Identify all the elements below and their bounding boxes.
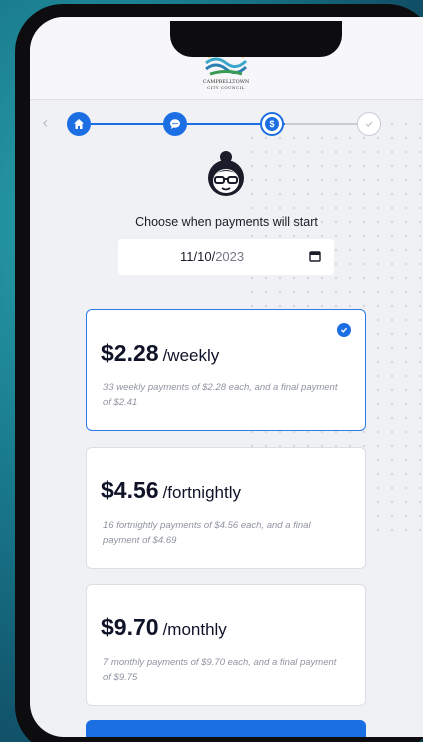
plan-detail: 16 fortnightly payments of $4.56 each, a…: [103, 520, 311, 546]
selected-check-icon: [337, 323, 351, 337]
date-year: 2023: [215, 249, 245, 264]
date-day-month: 11/10/: [180, 249, 216, 264]
start-date-prompt: Choose when payments will start: [135, 215, 318, 229]
plan-card-monthly[interactable]: $9.70/monthly 7 monthly payments of $9.7…: [86, 584, 366, 706]
plan-amount: $4.56: [101, 477, 159, 503]
plan-card-fortnightly[interactable]: $4.56/fortnightly 16 fortnightly payment…: [86, 447, 366, 569]
plan-price: $4.56/fortnightly: [101, 477, 241, 504]
plan-detail: 33 weekly payments of $2.28 each, and a …: [103, 382, 338, 408]
assistant-avatar-icon: [208, 151, 244, 196]
back-chevron-icon[interactable]: ‹: [42, 113, 48, 132]
plan-amount: $2.28: [101, 340, 159, 366]
continue-button[interactable]: [86, 720, 366, 737]
plan-amount: $9.70: [101, 614, 159, 640]
step-payment[interactable]: $: [260, 112, 284, 136]
chat-icon: [170, 119, 180, 129]
app-screen: CAMPBELLTOWN CITY COUNCIL ‹ $ Choose whe…: [30, 17, 423, 737]
step-home[interactable]: [67, 112, 91, 136]
plan-price: $9.70/monthly: [101, 614, 227, 641]
phone-notch: [170, 21, 342, 57]
home-icon: [74, 119, 84, 129]
plan-detail: 7 monthly payments of $9.70 each, and a …: [103, 657, 337, 683]
date-value: 11/10/2023: [180, 249, 244, 264]
plan-card-weekly[interactable]: $2.28/weekly 33 weekly payments of $2.28…: [86, 309, 366, 431]
plan-period: /monthly: [162, 620, 227, 639]
logo-subtitle: CITY COUNCIL: [207, 85, 245, 90]
plan-period: /weekly: [162, 346, 220, 365]
progress-stepper: $: [67, 109, 387, 139]
plan-period: /fortnightly: [162, 483, 241, 502]
step-chat[interactable]: [163, 112, 187, 136]
check-icon: [365, 121, 373, 128]
plan-price: $2.28/weekly: [101, 340, 219, 367]
calendar-icon[interactable]: [309, 250, 321, 262]
step-confirm[interactable]: [357, 112, 381, 136]
dollar-icon: $: [265, 117, 279, 131]
start-date-input[interactable]: 11/10/2023: [118, 239, 334, 275]
